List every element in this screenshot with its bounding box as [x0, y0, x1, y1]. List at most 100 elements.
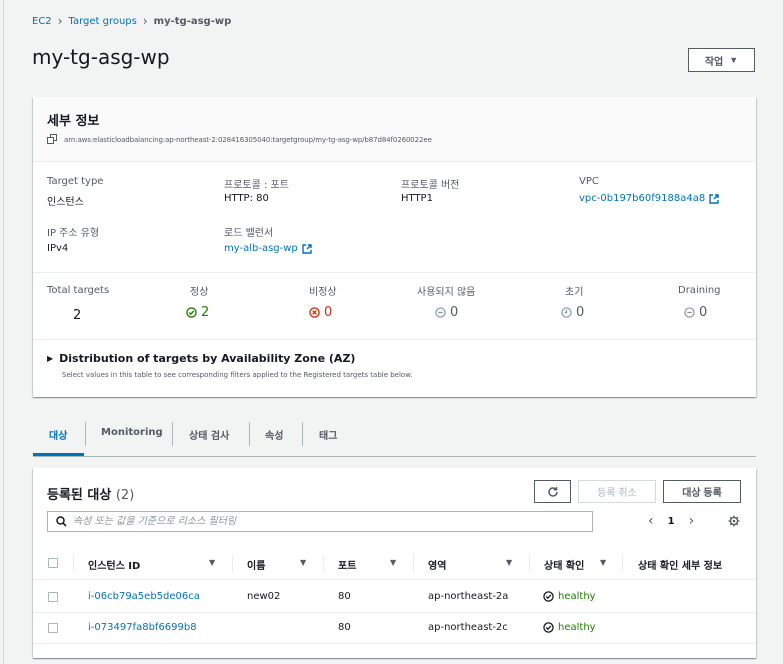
- details-header: 세부 정보 arn:aws:elasticloadbalancing:ap-no…: [33, 97, 756, 162]
- unused-value[interactable]: 0: [435, 305, 458, 320]
- unhealthy-label: 비정상: [309, 287, 337, 298]
- distribution-subtitle: Select values in this table to see corre…: [62, 371, 413, 379]
- sort-caret-icon[interactable]: ▼: [600, 558, 606, 567]
- load-balancer-value: my-alb-asg-wp: [224, 243, 298, 254]
- tab-separator: [302, 422, 303, 446]
- check-circle-icon: [543, 591, 554, 602]
- initial-number: 0: [576, 305, 585, 320]
- page-number[interactable]: 1: [668, 516, 675, 527]
- details-panel: 세부 정보 arn:aws:elasticloadbalancing:ap-no…: [33, 97, 756, 397]
- load-balancer-label: 로드 밸런서: [224, 228, 274, 239]
- chevron-right-icon: ›: [57, 14, 63, 28]
- breadcrumb-target-groups[interactable]: Target groups: [68, 16, 136, 27]
- healthy-number: 2: [201, 305, 210, 320]
- unhealthy-value[interactable]: 0: [309, 305, 332, 320]
- search-icon: [56, 516, 67, 527]
- caret-down-icon: ▼: [729, 55, 739, 65]
- tab-attributes[interactable]: 속성: [265, 427, 283, 442]
- gear-icon[interactable]: [728, 515, 740, 527]
- row-checkbox[interactable]: [48, 592, 58, 602]
- filter-input[interactable]: [73, 516, 553, 527]
- actions-label: 작업: [704, 56, 724, 68]
- initial-value[interactable]: 0: [561, 305, 584, 320]
- deregister-button[interactable]: 등록 취소: [578, 480, 656, 503]
- column-instance-id[interactable]: 인스턴스 ID: [88, 557, 140, 572]
- chevron-left-icon[interactable]: ‹: [648, 513, 654, 529]
- instance-zone: ap-northeast-2a: [428, 591, 509, 602]
- health-status-text: healthy: [558, 591, 596, 602]
- clock-icon: [561, 307, 572, 318]
- registered-targets-heading: 등록된 대상: [47, 488, 112, 503]
- load-balancer-link[interactable]: my-alb-asg-wp: [224, 243, 312, 254]
- table-row[interactable]: i-073497fa8bf6699b8 80 ap-northeast-2c h…: [33, 613, 756, 644]
- table-header: 인스턴스 ID ▼ 이름 ▼ 포트 ▼ 영역 ▼ 상태 확인 ▼ 상태 확인 세…: [33, 546, 756, 580]
- health-status-text: healthy: [558, 622, 596, 633]
- registered-targets-title: 등록된 대상 (2): [47, 484, 134, 503]
- chevron-right-icon[interactable]: ›: [689, 513, 695, 529]
- tab-baseline: [33, 456, 756, 457]
- chevron-right-icon: ›: [142, 14, 148, 28]
- external-link-icon: [302, 243, 312, 254]
- actions-button[interactable]: 작업 ▼: [688, 48, 755, 72]
- vpc-link[interactable]: vpc-0b197b60f9188a4a8: [579, 193, 719, 204]
- healthy-label: 정상: [190, 287, 209, 298]
- protocol-version-label: 프로토콜 버전: [401, 180, 460, 191]
- table-row[interactable]: i-06cb79a5eb5de06ca new02 80 ap-northeas…: [33, 582, 756, 613]
- instance-zone: ap-northeast-2c: [428, 622, 508, 633]
- caret-right-icon: ▶: [47, 354, 54, 363]
- instance-name: new02: [247, 591, 281, 602]
- pagination: ‹ 1 ›: [648, 513, 694, 529]
- instance-port: 80: [338, 591, 351, 602]
- vpc-label: VPC: [579, 176, 599, 187]
- register-targets-button[interactable]: 대상 등록: [663, 480, 741, 503]
- external-link-icon: [709, 193, 719, 204]
- total-targets-label: Total targets: [47, 285, 110, 296]
- filter-search[interactable]: [47, 511, 593, 532]
- column-separator: [622, 555, 623, 572]
- details-title: 세부 정보: [47, 114, 100, 129]
- protocol-version-value: HTTP1: [401, 193, 433, 204]
- tab-tags[interactable]: 태그: [319, 427, 337, 442]
- copy-icon[interactable]: [47, 134, 58, 145]
- instance-id-link[interactable]: i-06cb79a5eb5de06ca: [88, 591, 200, 602]
- tab-health-checks[interactable]: 상태 검사: [189, 427, 229, 442]
- total-targets-value: 2: [73, 308, 81, 323]
- column-health-status[interactable]: 상태 확인: [544, 557, 584, 572]
- draining-value[interactable]: 0: [684, 305, 707, 320]
- column-separator: [529, 555, 530, 572]
- healthy-value[interactable]: 2: [186, 305, 209, 320]
- tab-targets[interactable]: 대상: [49, 427, 67, 442]
- column-health-details[interactable]: 상태 확인 세부 정보: [638, 557, 722, 572]
- sort-caret-icon[interactable]: ▼: [300, 558, 306, 567]
- refresh-icon: [547, 486, 558, 497]
- select-all-checkbox[interactable]: [48, 558, 58, 568]
- tab-separator: [249, 422, 250, 446]
- check-circle-icon: [186, 307, 197, 318]
- sort-caret-icon[interactable]: ▼: [390, 558, 396, 567]
- initial-label: 초기: [565, 287, 584, 298]
- target-type-label: Target type: [47, 176, 104, 187]
- column-port[interactable]: 포트: [338, 557, 356, 572]
- tab-monitoring[interactable]: Monitoring: [101, 427, 163, 438]
- ip-type-label: IP 주소 유형: [47, 228, 100, 239]
- column-separator: [232, 555, 233, 572]
- sort-caret-icon[interactable]: ▼: [506, 558, 512, 567]
- unused-label: 사용되지 않음: [417, 287, 476, 298]
- instance-id-link[interactable]: i-073497fa8bf6699b8: [88, 622, 197, 633]
- total-targets-number: 2: [73, 308, 82, 323]
- column-zone[interactable]: 영역: [428, 557, 446, 572]
- sort-caret-icon[interactable]: ▼: [209, 558, 215, 567]
- registered-targets-count: (2): [115, 488, 135, 503]
- ip-type-value: IPv4: [47, 243, 69, 254]
- breadcrumb: EC2 › Target groups › my-tg-asg-wp: [32, 14, 231, 28]
- breadcrumb-ec2[interactable]: EC2: [32, 16, 52, 27]
- row-checkbox[interactable]: [48, 623, 58, 633]
- column-separator: [323, 555, 324, 572]
- check-circle-icon: [543, 622, 554, 633]
- column-name[interactable]: 이름: [247, 557, 265, 572]
- distribution-toggle[interactable]: ▶ Distribution of targets by Availabilit…: [47, 352, 355, 365]
- page-title: my-tg-asg-wp: [32, 45, 170, 69]
- refresh-button[interactable]: [534, 480, 571, 503]
- details-divider: [33, 272, 756, 273]
- tab-bar: 대상 Monitoring 상태 검사 속성 태그: [33, 418, 756, 456]
